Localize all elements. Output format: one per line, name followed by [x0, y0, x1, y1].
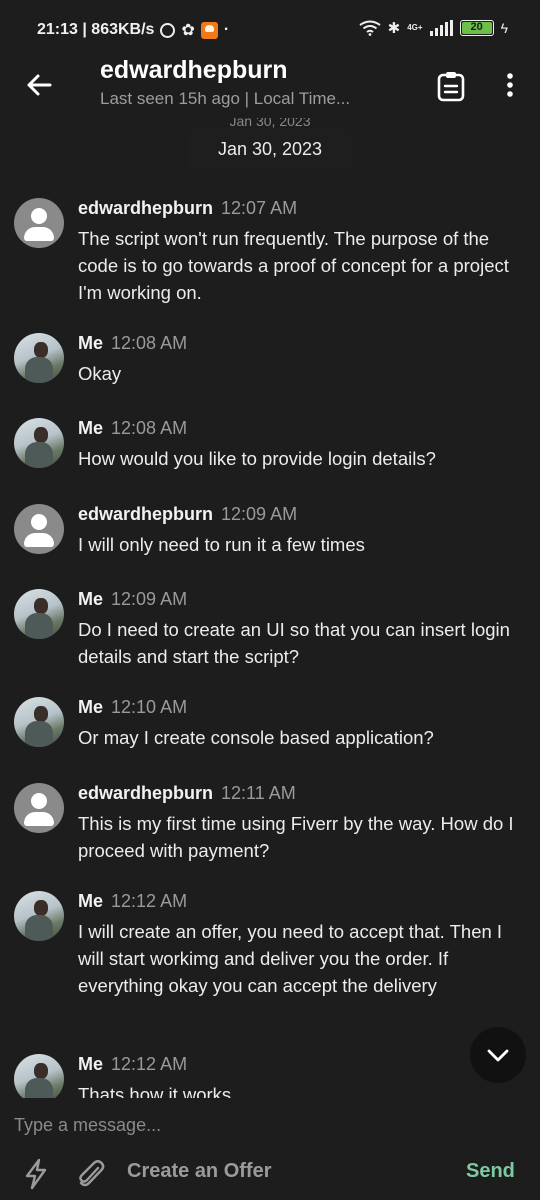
avatar[interactable] [14, 783, 64, 833]
message-time: 12:09 AM [111, 589, 188, 609]
date-divider-ghost: Jan 30, 2023 [229, 118, 311, 128]
lightning-icon[interactable] [22, 1158, 50, 1190]
avatar[interactable] [14, 589, 64, 639]
alarm-icon [160, 22, 176, 38]
send-button[interactable]: Send [466, 1160, 515, 1183]
date-divider: Jan 30, 2023 [188, 128, 352, 174]
message-sender: Me [78, 418, 104, 438]
back-arrow-icon[interactable] [22, 68, 56, 102]
notification-dot-icon: · [223, 21, 230, 38]
message-text: Or may I create console based applicatio… [78, 727, 434, 748]
settings-icon: ✿ [181, 22, 195, 39]
avatar[interactable] [14, 333, 64, 383]
message-text: I will create an offer, you need to acce… [78, 921, 503, 996]
message-sender: Me [78, 697, 104, 717]
paperclip-icon[interactable] [76, 1158, 106, 1190]
message-text: Thats how it works [78, 1084, 232, 1098]
create-offer-button[interactable]: Create an Offer [127, 1160, 272, 1183]
message-sender: Me [78, 333, 104, 353]
more-vertical-icon[interactable] [498, 70, 522, 102]
message-input[interactable] [14, 1112, 514, 1138]
avatar[interactable] [14, 418, 64, 468]
avatar[interactable] [14, 891, 64, 941]
message-text: The script won't run frequently. The pur… [78, 228, 509, 303]
app-notification-icon [200, 21, 218, 39]
message-text: This is my first time using Fiverr by th… [78, 813, 514, 861]
message-time: 12:12 AM [111, 1054, 188, 1074]
message-sender: Me [78, 1054, 104, 1074]
message-sender: Me [78, 891, 104, 911]
message-time: 12:10 AM [111, 697, 188, 717]
message-composer: Create an Offer Send [0, 1098, 540, 1200]
message-time: 12:12 AM [111, 891, 188, 911]
message-time: 12:08 AM [111, 418, 188, 438]
chat-header: edwardhepburn Last seen 15h ago | Local … [0, 50, 540, 122]
message-text: I will only need to run it a few times [78, 534, 365, 555]
status-left: 21:13 | 863KB/s ✿ · [37, 20, 229, 40]
clipboard-icon[interactable] [436, 70, 466, 102]
message-text: Do I need to create an UI so that you ca… [78, 619, 510, 667]
signal-icon [429, 20, 453, 36]
battery-level: 20 [470, 21, 483, 33]
avatar[interactable] [14, 504, 64, 554]
avatar[interactable] [14, 1054, 64, 1098]
bluetooth-icon: ✱ [387, 20, 401, 37]
message-sender: Me [78, 589, 104, 609]
message-time: 12:09 AM [221, 504, 298, 524]
message-sender: edwardhepburn [78, 783, 214, 803]
message-sender: edwardhepburn [78, 504, 214, 524]
charging-icon: ϟ [500, 20, 508, 36]
message-sender: edwardhepburn [78, 198, 214, 218]
avatar[interactable] [14, 198, 64, 248]
message-list[interactable]: edwardhepburn 12:07 AM The script won't r… [0, 190, 540, 1098]
message-time: 12:07 AM [221, 198, 298, 218]
last-seen-status: Last seen 15h ago | Local Time... [100, 89, 351, 108]
message-time: 12:11 AM [221, 783, 296, 803]
avatar[interactable] [14, 697, 64, 747]
contact-name[interactable]: edwardhepburn [100, 56, 288, 85]
message-text: How would you like to provide login deta… [78, 448, 436, 469]
status-time-speed: 21:13 | 863KB/s [37, 21, 155, 38]
message-text: Okay [78, 363, 122, 384]
scroll-to-bottom-button[interactable] [470, 1027, 526, 1083]
battery-icon: 20 [459, 20, 494, 36]
network-type: 4G+ [407, 23, 423, 32]
wifi-icon [359, 20, 381, 36]
chevron-down-icon [487, 1049, 509, 1062]
status-right: ✱ 4G+ 20 ϟ [359, 19, 508, 37]
message-time: 12:08 AM [111, 333, 188, 353]
